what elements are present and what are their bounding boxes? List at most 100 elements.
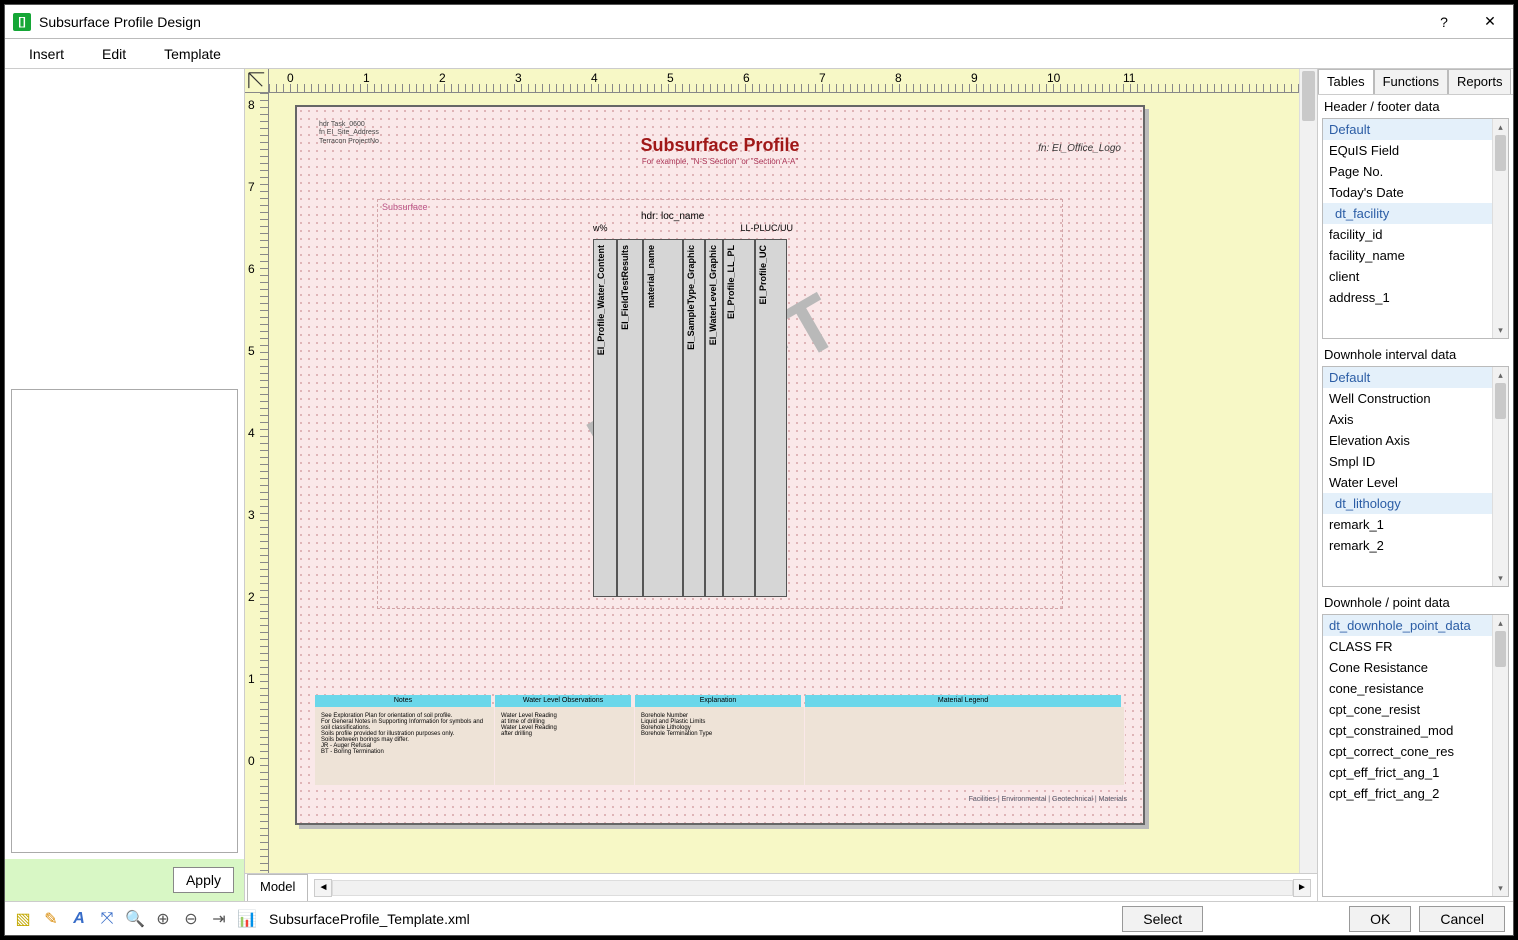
list-item[interactable]: cone_resistance <box>1323 678 1492 699</box>
list-item[interactable]: Smpl ID <box>1323 451 1492 472</box>
filename-label: SubsurfaceProfile_Template.xml <box>269 911 470 927</box>
hscroll-track[interactable] <box>332 880 1293 896</box>
section-title-2: Downhole interval data <box>1318 343 1513 366</box>
list-item[interactable]: EQuIS Field <box>1323 140 1492 161</box>
list-item[interactable]: address_1 <box>1323 287 1492 308</box>
scroll-up-icon[interactable]: ▴ <box>1493 367 1508 383</box>
list-3-scroll[interactable]: ▴ ▾ <box>1492 615 1508 896</box>
list-item[interactable]: Water Level <box>1323 472 1492 493</box>
ruler-v-tick: 4 <box>248 426 255 440</box>
tool-zoom-extents-icon[interactable]: ⤧ <box>97 909 117 929</box>
ruler-h-tick: 0 <box>287 71 294 85</box>
canvas-vscroll[interactable] <box>1299 69 1317 873</box>
list-item[interactable]: Axis <box>1323 409 1492 430</box>
ruler-corner <box>245 69 269 93</box>
list-item[interactable]: CLASS FR <box>1323 636 1492 657</box>
hscroll-left[interactable]: ◄ <box>314 879 332 897</box>
scroll-thumb[interactable] <box>1495 383 1506 419</box>
list-item[interactable]: Today's Date <box>1323 182 1492 203</box>
list-item[interactable]: Elevation Axis <box>1323 430 1492 451</box>
apply-button[interactable]: Apply <box>173 867 234 893</box>
tool-zoom-icon[interactable]: 🔍 <box>125 909 145 929</box>
menu-template[interactable]: Template <box>158 42 227 66</box>
list-1-scroll[interactable]: ▴ ▾ <box>1492 119 1508 338</box>
tool-zoom-in-icon[interactable]: ⊕ <box>153 909 173 929</box>
list-item[interactable]: Default <box>1323 119 1492 140</box>
model-tab[interactable]: Model <box>247 874 308 901</box>
tool-zoom-out-icon[interactable]: ⊖ <box>181 909 201 929</box>
list-item[interactable]: cpt_correct_cone_res <box>1323 741 1492 762</box>
footer-header: Water Level Observations <box>495 695 631 707</box>
tool-align-icon[interactable]: ⇥ <box>209 909 229 929</box>
page[interactable]: hdr Task_0600fn EI_Site_AddressTerracon … <box>295 105 1145 825</box>
left-panel: Apply <box>5 69 245 901</box>
ruler-v-tick: 7 <box>248 180 255 194</box>
header-line: fn EI_Site_Address <box>319 129 379 137</box>
ruler-h-tick: 4 <box>591 71 598 85</box>
scroll-thumb[interactable] <box>1495 631 1506 667</box>
list-downhole-interval[interactable]: DefaultWell ConstructionAxisElevation Ax… <box>1323 367 1492 586</box>
list-item[interactable]: cpt_eff_frict_ang_2 <box>1323 783 1492 804</box>
col-header-w: w% <box>593 223 608 233</box>
header-line: Terracon ProjectNo <box>319 138 379 146</box>
ruler-h-tick: 10 <box>1047 71 1060 85</box>
page-header-block: hdr Task_0600fn EI_Site_AddressTerracon … <box>319 121 379 146</box>
help-button[interactable]: ? <box>1421 5 1467 39</box>
list-header-footer[interactable]: DefaultEQuIS FieldPage No.Today's Datedt… <box>1323 119 1492 338</box>
list-item[interactable]: cpt_cone_resist <box>1323 699 1492 720</box>
canvas-hscroll[interactable]: ◄ ► <box>308 874 1317 901</box>
list-item[interactable]: dt_lithology <box>1323 493 1492 514</box>
apply-row: Apply <box>5 859 244 901</box>
tool-pencil-icon[interactable]: ✎ <box>41 909 61 929</box>
tab-functions[interactable]: Functions <box>1374 69 1448 94</box>
menu-insert[interactable]: Insert <box>23 42 70 66</box>
col-header-name: hdr: loc_name <box>641 211 704 222</box>
canvas-body[interactable]: 01234567891011 876543210 hdr Task_0600fn… <box>245 69 1317 873</box>
list-item[interactable]: Page No. <box>1323 161 1492 182</box>
list-downhole-point[interactable]: dt_downhole_point_dataCLASS FRCone Resis… <box>1323 615 1492 896</box>
bottom-toolbar: ▧ ✎ A ⤧ 🔍 ⊕ ⊖ ⇥ 📊 SubsurfaceProfile_Temp… <box>5 901 1513 935</box>
tool-rect-icon[interactable]: ▧ <box>13 909 33 929</box>
ruler-h-tick: 7 <box>819 71 826 85</box>
canvas-bottombar: Model ◄ ► <box>245 873 1317 901</box>
scroll-down-icon[interactable]: ▾ <box>1493 880 1508 896</box>
list-item[interactable]: dt_downhole_point_data <box>1323 615 1492 636</box>
canvas-vscroll-thumb[interactable] <box>1302 71 1315 121</box>
list-item[interactable]: remark_2 <box>1323 535 1492 556</box>
list-item[interactable]: dt_facility <box>1323 203 1492 224</box>
list-item[interactable]: Default <box>1323 367 1492 388</box>
list-item[interactable]: client <box>1323 266 1492 287</box>
column-label: EI_Profile_UC <box>758 245 768 305</box>
hscroll-right[interactable]: ► <box>1293 879 1311 897</box>
scroll-down-icon[interactable]: ▾ <box>1493 570 1508 586</box>
close-button[interactable]: ✕ <box>1467 5 1513 39</box>
list-item[interactable]: cpt_constrained_mod <box>1323 720 1492 741</box>
column-label: EI_Profile_LL_PL <box>726 245 736 319</box>
right-panel: Tables Functions Reports Header / footer… <box>1317 69 1513 901</box>
list-item[interactable]: Cone Resistance <box>1323 657 1492 678</box>
tab-reports[interactable]: Reports <box>1448 69 1512 94</box>
scroll-up-icon[interactable]: ▴ <box>1493 615 1508 631</box>
title-bar: [] Subsurface Profile Design ? ✕ <box>5 5 1513 39</box>
scroll-down-icon[interactable]: ▾ <box>1493 322 1508 338</box>
list-2-scroll[interactable]: ▴ ▾ <box>1492 367 1508 586</box>
menu-bar: Insert Edit Template <box>5 39 1513 69</box>
tab-tables[interactable]: Tables <box>1318 69 1374 94</box>
list-item[interactable]: Well Construction <box>1323 388 1492 409</box>
ok-button[interactable]: OK <box>1349 906 1411 932</box>
list-item[interactable]: remark_1 <box>1323 514 1492 535</box>
list-item[interactable]: facility_id <box>1323 224 1492 245</box>
ruler-h-tick: 3 <box>515 71 522 85</box>
list-item[interactable]: cpt_eff_frict_ang_1 <box>1323 762 1492 783</box>
list-item[interactable]: facility_name <box>1323 245 1492 266</box>
tool-text-icon[interactable]: A <box>69 909 89 929</box>
cancel-button[interactable]: Cancel <box>1419 906 1505 932</box>
scroll-up-icon[interactable]: ▴ <box>1493 119 1508 135</box>
select-button[interactable]: Select <box>1122 906 1203 932</box>
ruler-v-tick: 6 <box>248 262 255 276</box>
tool-chart-icon[interactable]: 📊 <box>237 909 257 929</box>
menu-edit[interactable]: Edit <box>96 42 132 66</box>
column-label: material_name <box>646 245 656 308</box>
scroll-thumb[interactable] <box>1495 135 1506 171</box>
profile-columns: hdr: loc_name w% LL-PLUC/UU EI_Profile_W… <box>593 227 797 597</box>
